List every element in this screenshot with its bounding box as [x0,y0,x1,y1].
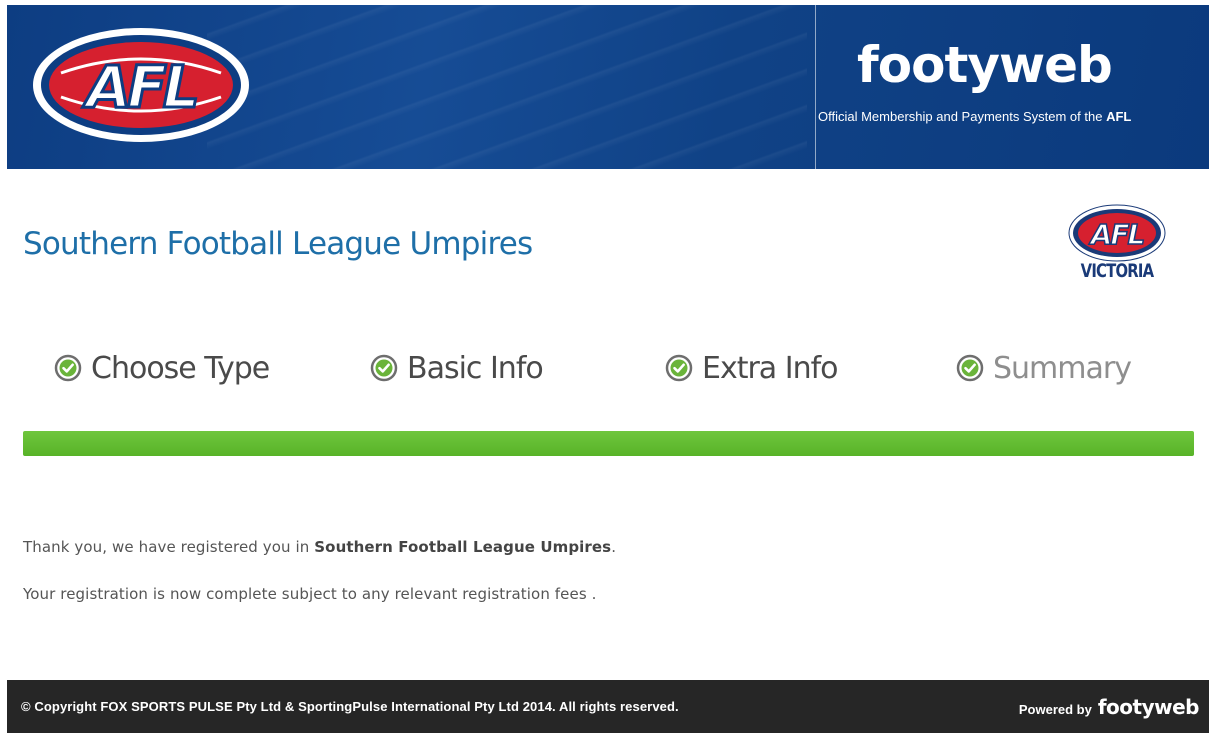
copyright-text: © Copyright FOX SPORTS PULSE Pty Ltd & S… [21,699,679,714]
powered-by-label: Powered by [1018,702,1092,717]
footyweb-logo[interactable]: footyweb [857,35,1113,95]
powered-by[interactable]: Powered by footyweb [1018,695,1200,719]
registered-org-name: Southern Football League Umpires [314,538,612,556]
progress-bar-fill [23,431,1194,456]
step-basic-info: Basic Info [370,348,544,388]
step-summary: Summary [956,348,1132,388]
svg-text:AFL: AFL [82,53,196,121]
page-title: Southern Football League Umpires [23,226,533,262]
header-divider [815,5,816,169]
check-circle-icon [956,354,984,382]
step-choose-type: Choose Type [54,348,270,388]
step-label: Extra Info [702,350,839,386]
step-label: Basic Info [407,350,544,386]
header-banner: AFL footyweb Official Membership and Pay… [7,5,1209,169]
afl-victoria-logo: AFL [1068,204,1166,262]
step-extra-info: Extra Info [665,348,839,388]
banner-texture [207,5,807,169]
footyweb-footer-logo[interactable]: footyweb [1098,695,1200,719]
footer: © Copyright FOX SPORTS PULSE Pty Ltd & S… [7,680,1209,733]
afl-logo[interactable]: AFL [31,25,251,145]
step-label: Choose Type [91,350,270,386]
header-tagline: Official Membership and Payments System … [818,109,1132,124]
confirmation-message: Thank you, we have registered you in Sou… [23,538,617,556]
svg-text:AFL: AFL [1089,218,1144,251]
victoria-label: VICTORIA [1080,260,1155,282]
check-circle-icon [54,354,82,382]
step-label: Summary [993,350,1132,386]
check-circle-icon [370,354,398,382]
check-circle-icon [665,354,693,382]
progress-bar [23,431,1194,456]
completion-message: Your registration is now complete subjec… [23,585,597,603]
